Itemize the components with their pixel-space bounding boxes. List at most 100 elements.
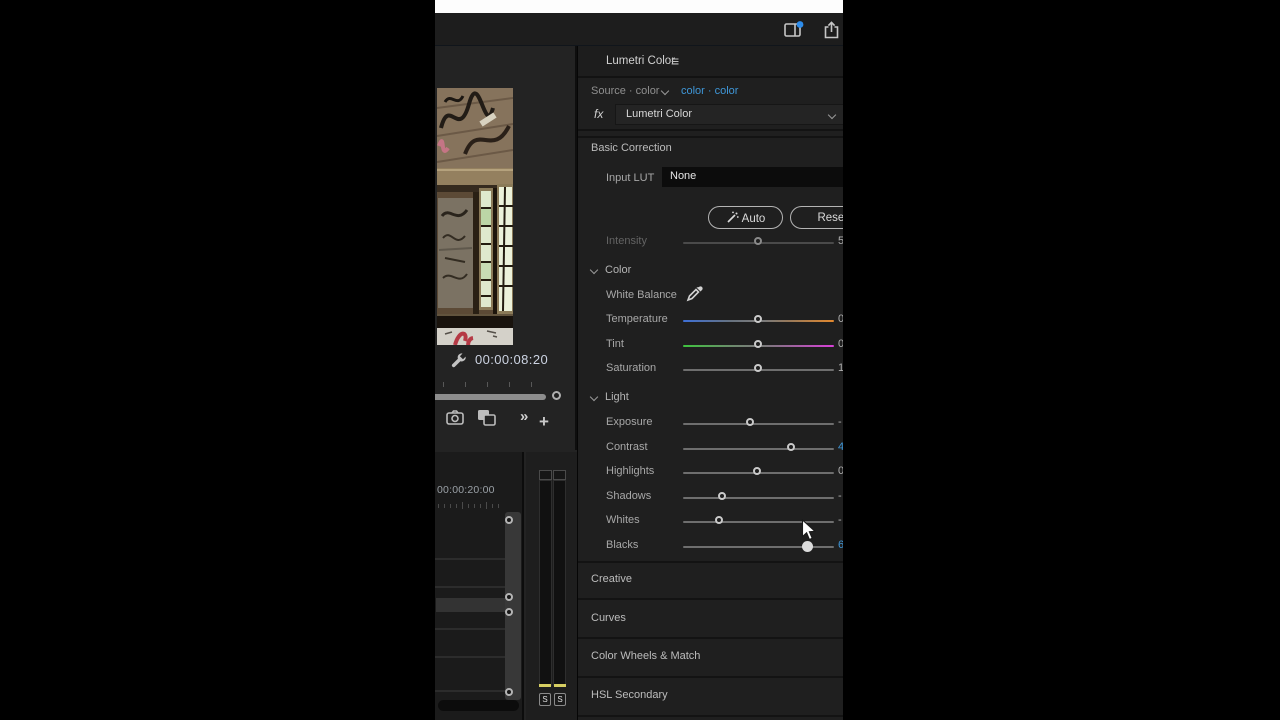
slider-handle[interactable] — [754, 315, 762, 323]
input-lut-label: Input LUT — [606, 172, 655, 184]
contrast-slider[interactable] — [683, 443, 834, 451]
blacks-slider[interactable] — [683, 541, 834, 552]
slider-handle[interactable] — [754, 340, 762, 348]
program-transport-row: » + — [435, 408, 575, 442]
timeline-scrollbar[interactable] — [438, 700, 519, 711]
slider-row-exposure: Exposure - — [578, 412, 843, 434]
program-video-frame[interactable] — [437, 88, 513, 345]
solo-button-right[interactable]: S — [554, 693, 566, 706]
effect-dropdown[interactable]: Lumetri Color — [615, 104, 843, 125]
ruler-tick — [456, 504, 457, 508]
slider-row-shadows: Shadows - — [578, 486, 843, 508]
highlights-slider[interactable] — [683, 467, 834, 475]
temperature-slider[interactable] — [683, 315, 834, 323]
contrast-value[interactable]: 4 — [838, 441, 843, 453]
divider — [578, 637, 843, 639]
tab-lumetri-color[interactable]: Lumetri Color — [606, 55, 675, 67]
share-export-icon[interactable] — [823, 21, 840, 44]
slider-handle[interactable] — [746, 418, 755, 426]
keyframe-dot[interactable] — [505, 688, 513, 696]
whites-label: Whites — [606, 514, 640, 526]
zoom-scroll-knob[interactable] — [552, 391, 561, 400]
group-light-label[interactable]: Light — [605, 391, 629, 403]
slider-handle[interactable] — [754, 237, 762, 245]
audio-meters-panel: S S — [526, 452, 577, 720]
section-color-wheels-match[interactable]: Color Wheels & Match — [578, 643, 843, 673]
keyframe-dot[interactable] — [505, 593, 513, 601]
group-color-label[interactable]: Color — [605, 264, 631, 276]
ruler-tick — [498, 504, 499, 508]
saturation-value[interactable]: 1 — [838, 362, 843, 374]
section-hsl-secondary[interactable]: HSL Secondary — [578, 682, 843, 712]
lumetri-color-panel: Lumetri Color ≡ Source · color color · c… — [577, 46, 843, 720]
chevron-down-icon[interactable] — [660, 86, 670, 96]
slider-handle[interactable] — [717, 492, 726, 500]
reset-button[interactable]: Reset — [790, 206, 843, 229]
ruler-tick — [486, 502, 487, 509]
auto-button[interactable]: Auto — [708, 206, 783, 229]
keyframe-dot[interactable] — [505, 608, 513, 616]
slider-handle[interactable] — [802, 541, 814, 552]
slider-row-temperature: Temperature 0 — [578, 309, 843, 331]
timeline-panel: 00:00:20:00 — [435, 452, 524, 720]
section-creative-label: Creative — [591, 573, 632, 585]
tab-source-color[interactable]: Source · color — [591, 85, 659, 97]
intensity-label: Intensity — [606, 235, 647, 247]
temperature-label: Temperature — [606, 313, 668, 325]
scrubber-tick — [487, 382, 488, 387]
wrench-settings-icon[interactable] — [450, 352, 467, 369]
collapse-light-chevron-icon[interactable] — [589, 392, 599, 402]
collapse-color-chevron-icon[interactable] — [589, 265, 599, 275]
ruler-tick — [450, 504, 451, 508]
input-lut-dropdown[interactable]: None — [662, 167, 843, 187]
blacks-value[interactable]: 6 — [838, 539, 843, 551]
program-timecode[interactable]: 00:00:08:20 — [475, 352, 548, 367]
intensity-slider[interactable] — [683, 237, 834, 245]
slider-handle[interactable] — [787, 443, 796, 451]
track-divider — [435, 558, 505, 560]
whites-value[interactable]: - — [838, 514, 842, 526]
exposure-slider[interactable] — [683, 418, 834, 426]
keyframe-dot[interactable] — [505, 516, 513, 524]
temperature-value[interactable]: 0 — [838, 313, 843, 325]
exposure-value[interactable]: - — [838, 416, 842, 428]
tab-clip-color[interactable]: color · color — [681, 85, 738, 97]
slider-handle[interactable] — [714, 516, 723, 524]
saturation-slider[interactable] — [683, 364, 834, 372]
slider-handle[interactable] — [754, 364, 762, 372]
tint-slider[interactable] — [683, 340, 834, 348]
timeline-clip[interactable] — [436, 598, 505, 612]
solo-button-left[interactable]: S — [539, 693, 551, 706]
timeline-ruler-timecode[interactable]: 00:00:20:00 — [437, 484, 495, 496]
intensity-value[interactable]: 5 — [838, 235, 843, 247]
audio-level-indicator — [539, 684, 551, 687]
section-basic-correction[interactable]: Basic Correction — [591, 142, 672, 154]
section-curves[interactable]: Curves — [578, 605, 843, 635]
panel-menu-icon[interactable]: ≡ — [671, 53, 679, 69]
tint-value[interactable]: 0 — [838, 338, 843, 350]
shadows-slider[interactable] — [683, 492, 834, 500]
shadows-value[interactable]: - — [838, 490, 842, 502]
saturation-label: Saturation — [606, 362, 657, 374]
audio-level-indicator — [554, 684, 566, 687]
meter-peak-cell — [539, 470, 552, 480]
app-header-bar — [435, 13, 843, 46]
slider-row-tint: Tint 0 — [578, 334, 843, 356]
more-buttons-chevron-icon[interactable]: » — [520, 408, 528, 425]
eyedropper-icon[interactable] — [686, 284, 704, 302]
workspace-switcher-icon[interactable] — [784, 21, 804, 43]
slider-handle[interactable] — [752, 467, 761, 475]
scrubber-tick — [443, 382, 444, 387]
export-frame-camera-icon[interactable] — [446, 410, 464, 425]
panel-tab-bar: Lumetri Color ≡ — [578, 46, 843, 78]
highlights-value[interactable]: 0 — [838, 465, 843, 477]
visible-content-area: 00:00:08:20 » + 00:00:20:00 S S Lumetri … — [435, 0, 843, 720]
track-divider — [435, 690, 505, 692]
zoom-scroll-bar[interactable] — [435, 394, 546, 400]
button-editor-add-icon[interactable]: + — [539, 412, 549, 432]
mouse-cursor — [801, 519, 817, 541]
clip-edge-strip — [505, 512, 521, 700]
comparison-view-icon[interactable] — [477, 409, 497, 426]
premiere-app-window: 00:00:08:20 » + 00:00:20:00 S S Lumetri … — [0, 0, 1280, 720]
section-creative[interactable]: Creative — [578, 566, 843, 596]
